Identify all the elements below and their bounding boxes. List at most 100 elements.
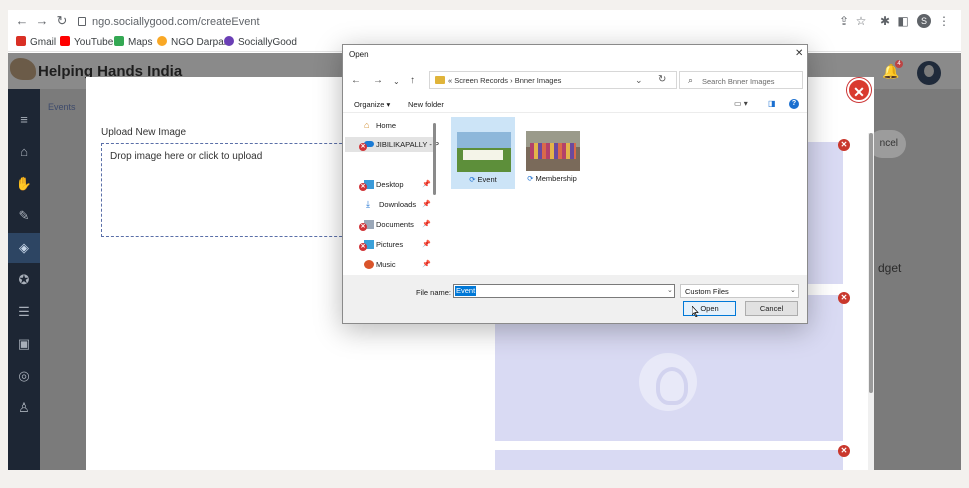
chevron-down-icon[interactable]: ⌄ [667, 286, 673, 294]
modal-title: Upload New Image [101, 127, 187, 138]
sync-error-icon: ✕ [359, 223, 367, 231]
path-text: « Screen Records › Bnner Images [448, 76, 562, 85]
bookmark-star-icon[interactable]: ☆ [854, 14, 868, 28]
modal-close-icon[interactable]: ✕ [847, 78, 871, 102]
path-bar[interactable]: « Screen Records › Bnner Images ⌄ ↻ [429, 71, 677, 89]
back-arrow-icon[interactable]: ← [14, 13, 30, 29]
search-field[interactable]: ⌕ Search Bnner Images [679, 71, 803, 89]
nav-item-downloads[interactable]: ⤓ Downloads 📌 [345, 197, 435, 212]
ngo-icon[interactable]: ▣ [15, 335, 33, 353]
notification-bell-icon[interactable]: 🔔 [882, 63, 899, 79]
dialog-back-icon[interactable]: ← [351, 75, 361, 86]
help-icon[interactable]: ? [789, 99, 799, 109]
search-icon: ⌕ [688, 75, 694, 85]
file-name: Membership [535, 174, 577, 183]
dialog-title: Open [349, 50, 369, 59]
reload-icon[interactable]: ↻ [54, 13, 70, 29]
youtube-icon [60, 36, 70, 46]
file-item-event[interactable]: ⟳ Event [451, 117, 515, 189]
nav-item-documents[interactable]: ✕ Documents 📌 [345, 217, 435, 232]
nav-item-music[interactable]: Music 📌 [345, 257, 435, 272]
remove-image-icon[interactable]: ✕ [838, 292, 850, 304]
bookmark-maps[interactable]: Maps [114, 36, 152, 50]
campaign-icon[interactable]: ✎ [15, 207, 33, 225]
nav-item-pictures[interactable]: ✕ Pictures 📌 [345, 237, 435, 252]
preview-pane-icon[interactable]: ◨ [768, 99, 776, 108]
notification-badge: 4 [895, 60, 903, 68]
scrollbar-thumb[interactable] [869, 133, 873, 393]
awards-icon[interactable]: ✪ [15, 271, 33, 289]
members-icon[interactable]: ♙ [15, 399, 33, 417]
cancel-button[interactable]: Cancel [745, 301, 798, 316]
extensions-icon[interactable]: ✱ [878, 14, 892, 28]
share-icon[interactable]: ⇪ [837, 14, 851, 28]
recent-locations-icon[interactable]: ⌄ [393, 77, 400, 86]
dialog-close-icon[interactable]: ✕ [795, 48, 803, 59]
ngo-darpan-icon [157, 36, 167, 46]
bookmark-gmail[interactable]: Gmail [16, 36, 56, 50]
pin-icon: 📌 [422, 181, 431, 188]
sync-error-icon: ✕ [359, 183, 367, 191]
nav-item-desktop[interactable]: ✕ Desktop 📌 [345, 177, 435, 192]
logo-watermark-icon [639, 353, 697, 411]
sync-error-icon: ✕ [359, 143, 367, 151]
bookmark-ngo-darpan[interactable]: NGO Darpan [157, 36, 229, 50]
image-preview-slot [495, 450, 843, 470]
contacts-icon[interactable]: ☰ [15, 303, 33, 321]
refresh-icon[interactable]: ↻ [658, 74, 666, 85]
sync-pending-icon: ⟳ [527, 174, 534, 183]
pin-icon: 📌 [422, 261, 431, 268]
browser-window: ← → ↻ ngo.sociallygood.com/createEvent ⇪… [8, 10, 961, 470]
remove-image-icon[interactable]: ✕ [838, 139, 850, 151]
image-dropzone[interactable]: Drop image here or click to upload [101, 143, 352, 237]
home-icon: ⌂ [364, 120, 370, 130]
nav-pane-scrollbar[interactable] [433, 123, 436, 195]
downloads-icon: ⤓ [366, 199, 370, 209]
nav-item-home[interactable]: ⌂ Home [345, 118, 435, 133]
events-icon[interactable]: ◈ [8, 233, 40, 263]
sync-pending-icon: ⟳ [469, 175, 476, 184]
pin-icon: 📌 [422, 221, 431, 228]
dialog-forward-icon[interactable]: → [373, 75, 383, 86]
chevron-down-icon[interactable]: ⌄ [790, 286, 796, 294]
user-avatar[interactable] [917, 61, 941, 85]
bookmark-sociallygood[interactable]: SociallyGood [224, 36, 297, 50]
file-item-membership[interactable]: ⟳ Membership [521, 117, 585, 189]
address-bar-row: ← → ↻ ngo.sociallygood.com/createEvent ⇪… [8, 10, 961, 34]
open-button[interactable]: Open [683, 301, 736, 316]
hamburger-menu-icon[interactable]: ≡ [15, 111, 33, 129]
menu-kebab-icon[interactable]: ⋮ [937, 14, 951, 28]
home-icon[interactable]: ⌂ [15, 143, 33, 161]
bookmark-youtube[interactable]: YouTube [60, 36, 113, 50]
sync-error-icon: ✕ [359, 243, 367, 251]
profile-avatar[interactable]: S [917, 14, 931, 28]
view-options-icon[interactable]: ▭ ▾ [734, 99, 748, 108]
forward-arrow-icon[interactable]: → [34, 13, 50, 29]
organize-menu[interactable]: Organize ▾ [354, 100, 390, 109]
dialog-footer: File name: Event ⌄ Custom Files ⌄ Open C… [343, 275, 807, 323]
sidebar: ≡ ⌂ ✋ ✎ ◈ ✪ ☰ ▣ ◎ ♙ [8, 89, 40, 470]
new-folder-button[interactable]: New folder [408, 100, 444, 109]
donations-icon[interactable]: ✋ [15, 175, 33, 193]
dropzone-text: Drop image here or click to upload [110, 151, 263, 162]
mouse-cursor-icon [692, 306, 699, 317]
image-thumbnail [526, 131, 580, 171]
pin-icon: 📌 [422, 201, 431, 208]
modal-scrollbar[interactable] [868, 133, 874, 470]
csr-icon[interactable]: ◎ [15, 367, 33, 385]
address-bar[interactable]: ngo.sociallygood.com/createEvent [78, 14, 260, 30]
file-name-input[interactable]: Event ⌄ [453, 284, 675, 298]
file-name: Event [477, 175, 497, 184]
remove-image-icon[interactable]: ✕ [838, 445, 850, 457]
folder-icon [435, 76, 445, 84]
open-file-dialog: Open ✕ ← → ⌄ ↑ « Screen Records › Bnner … [342, 44, 808, 324]
breadcrumb[interactable]: Events [48, 102, 76, 112]
sociallygood-icon [224, 36, 234, 46]
file-type-select[interactable]: Custom Files ⌄ [680, 284, 799, 298]
nav-item-onedrive[interactable]: ✕ JIBILIKAPALLY - P [345, 137, 439, 152]
gmail-icon [16, 36, 26, 46]
logo-icon [10, 58, 36, 80]
path-dropdown-icon[interactable]: ⌄ [635, 75, 643, 86]
up-folder-icon[interactable]: ↑ [410, 75, 415, 86]
side-panel-icon[interactable]: ◧ [896, 14, 910, 28]
